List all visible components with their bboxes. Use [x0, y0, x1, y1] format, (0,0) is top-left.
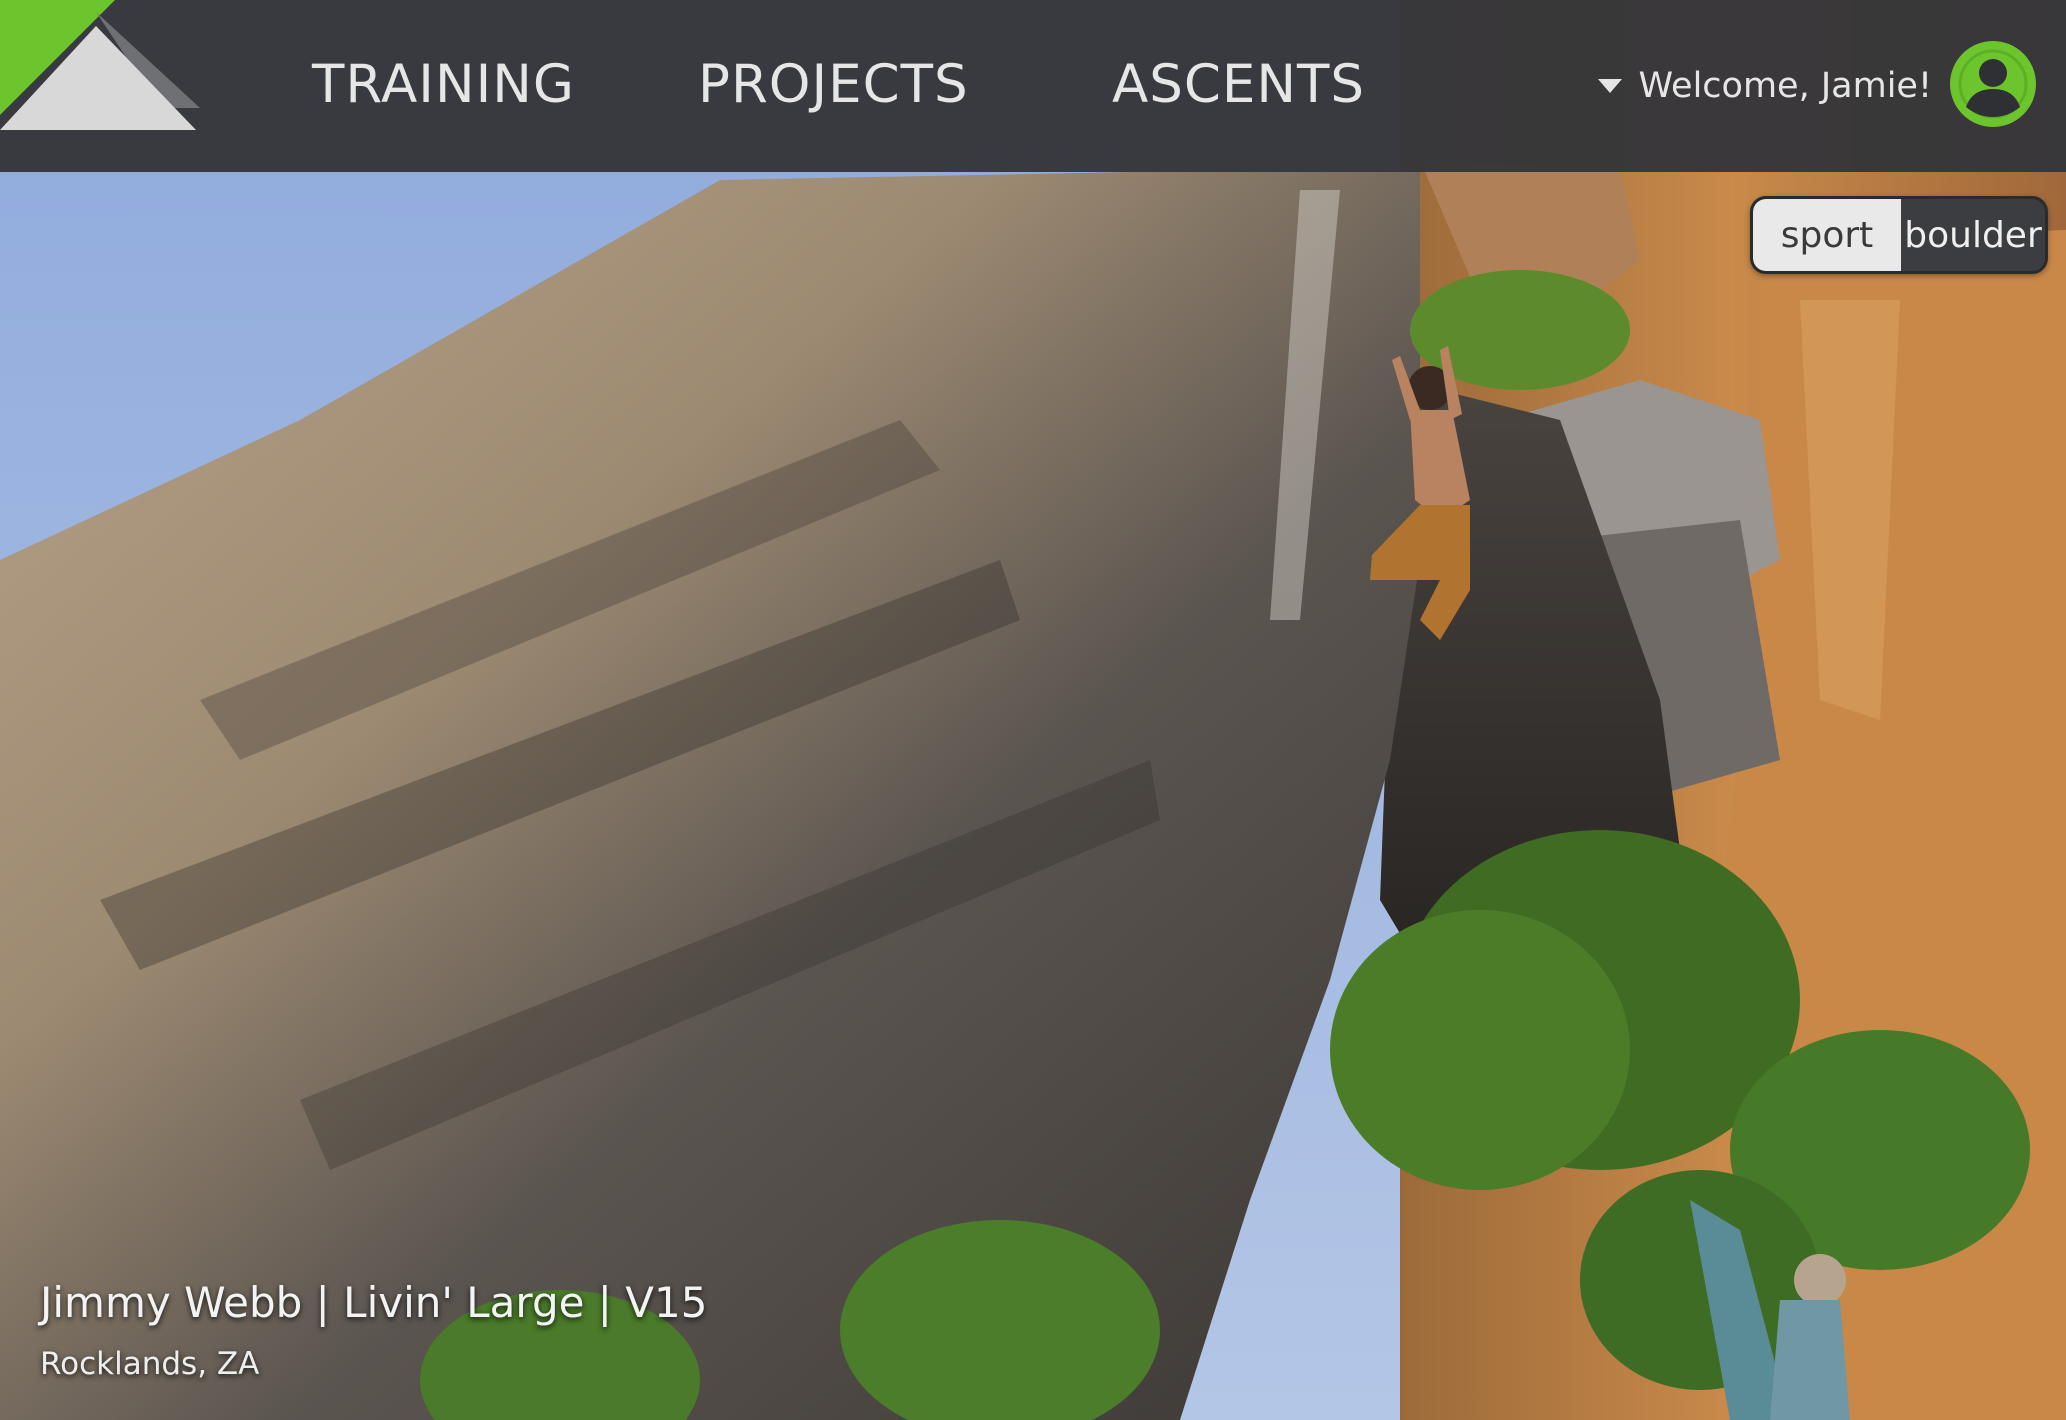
welcome-message: Welcome, Jamie!: [1638, 66, 1932, 106]
toggle-option-boulder[interactable]: boulder: [1901, 199, 2045, 271]
user-avatar-icon: [1953, 44, 2033, 124]
hero-caption-title: Jimmy Webb | Livin' Large | V15: [40, 1278, 708, 1327]
caret-down-icon: [1598, 79, 1623, 93]
user-menu-dropdown[interactable]: Welcome, Jamie!: [1598, 56, 1932, 116]
hero-caption-location: Rocklands, ZA: [40, 1346, 260, 1382]
nav-ascents-link[interactable]: ASCENTS: [1112, 50, 1365, 120]
discipline-toggle: sport boulder: [1750, 196, 2048, 274]
brand-logo[interactable]: [0, 0, 210, 172]
nav-projects-link[interactable]: PROJECTS: [698, 50, 969, 120]
top-navbar: TRAINING PROJECTS ASCENTS Welcome, Jamie…: [0, 0, 2066, 172]
nav-training-link[interactable]: TRAINING: [312, 50, 575, 120]
toggle-option-sport[interactable]: sport: [1753, 199, 1901, 271]
user-avatar-button[interactable]: [1950, 41, 2036, 127]
